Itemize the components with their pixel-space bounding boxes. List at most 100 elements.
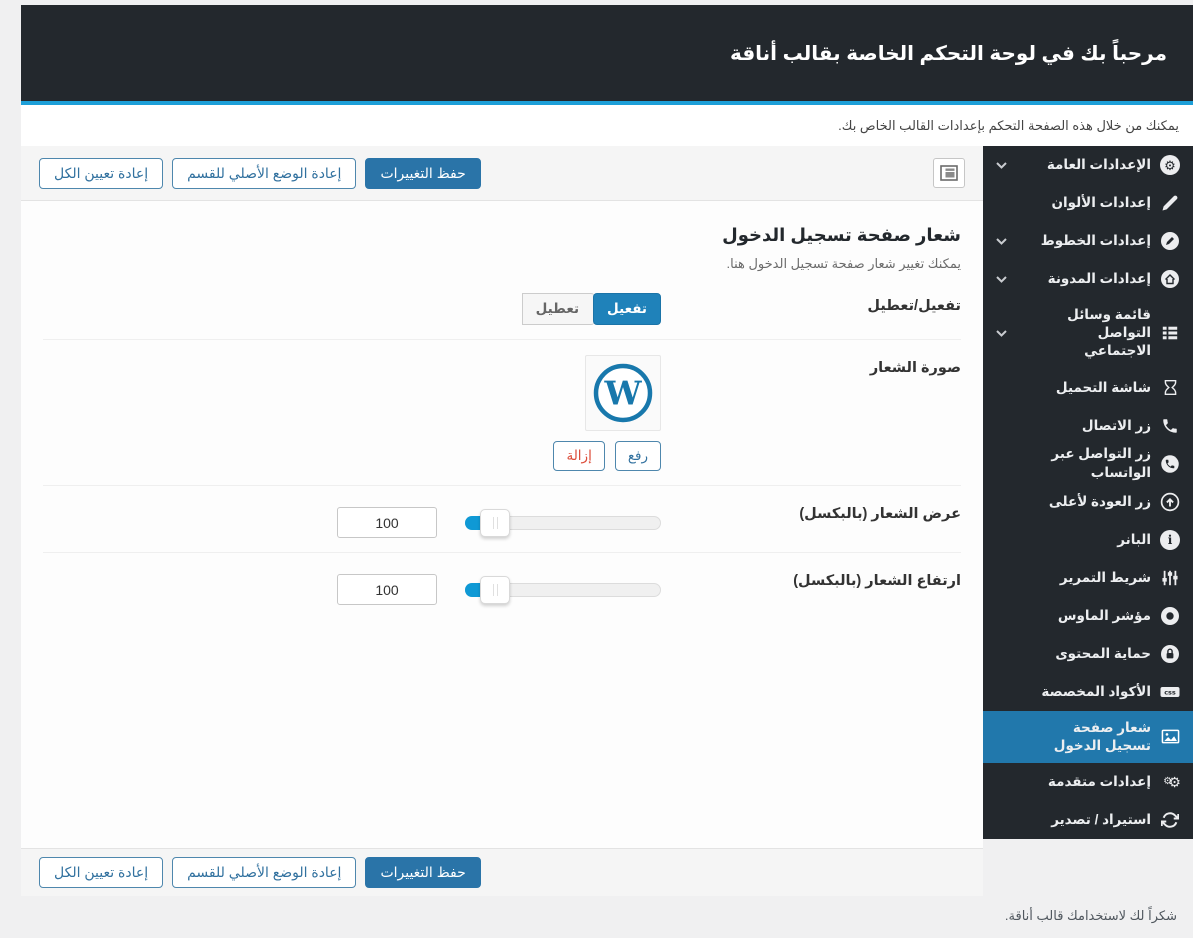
logo-width-slider-handle[interactable] (480, 509, 510, 537)
sidebar-item-content-protection[interactable]: حماية المحتوى (983, 635, 1193, 673)
admin-panel: مرحباً بك في لوحة التحكم الخاصة بقالب أن… (21, 5, 1193, 896)
sidebar-item-label: استيراد / تصدير (1051, 811, 1151, 829)
lock-circle-icon (1160, 644, 1180, 664)
save-button[interactable]: حفظ التغييرات (365, 158, 480, 189)
sidebar-item-slider-bar[interactable]: شريط التمرير (983, 559, 1193, 597)
sidebar-item-social-media[interactable]: قائمة وسائل التواصل الاجتماعي (983, 298, 1193, 369)
logo-height-row: ارتفاع الشعار (بالبكسل) (43, 553, 961, 619)
sidebar-item-general-settings[interactable]: ⚙ الإعدادات العامة (983, 146, 1193, 184)
sidebar-item-label: إعدادات المدونة (1048, 270, 1151, 288)
wordpress-logo: W (593, 363, 653, 423)
sidebar-item-call-button[interactable]: زر الاتصال (983, 407, 1193, 445)
chevron-down-icon (996, 330, 1007, 337)
sidebar-item-label: الإعدادات العامة (1047, 156, 1151, 174)
sidebar-item-import-export[interactable]: استيراد / تصدير (983, 801, 1193, 839)
sidebar-item-loading-screen[interactable]: شاشة التحميل (983, 369, 1193, 407)
sidebar-item-font-settings[interactable]: إعدادات الخطوط (983, 222, 1193, 260)
logo-image-row: صورة الشعار W رفع إزالة (43, 340, 961, 486)
section-title: شعار صفحة تسجيل الدخول (43, 225, 961, 246)
phone-icon (1160, 416, 1180, 436)
chevron-down-icon (996, 238, 1007, 245)
mouse-pointer-icon (1160, 606, 1180, 626)
sidebar-item-label: مؤشر الماوس (1058, 607, 1151, 625)
logo-preview: W (585, 355, 661, 431)
logo-height-slider-handle[interactable] (480, 576, 510, 604)
panel-layout-icon (940, 165, 958, 181)
remove-button[interactable]: إزالة (553, 441, 604, 471)
chevron-down-icon (996, 276, 1007, 283)
page-title: مرحباً بك في لوحة التحكم الخاصة بقالب أن… (730, 41, 1167, 66)
reset-section-button[interactable]: إعادة الوضع الأصلي للقسم (172, 158, 356, 189)
css-badge-icon: css (1160, 682, 1180, 702)
sidebar-item-login-page-logo[interactable]: شعار صفحة تسجيل الدخول (983, 711, 1193, 763)
sidebar-item-label: زر العودة لأعلى (1049, 493, 1151, 511)
sidebar-item-custom-codes[interactable]: css الأكواد المخصصة (983, 673, 1193, 711)
upload-button[interactable]: رفع (615, 441, 661, 471)
logo-height-slider[interactable] (465, 583, 661, 597)
sidebar-item-label: قائمة وسائل التواصل الاجتماعي (1031, 306, 1151, 361)
section-panel: شعار صفحة تسجيل الدخول يمكنك تغيير شعار … (21, 201, 983, 848)
logo-height-input[interactable] (337, 574, 437, 605)
svg-text:W: W (603, 374, 642, 413)
toggle-row: تفعيل/تعطيل تفعيل تعطيل (43, 278, 961, 340)
sliders-icon (1160, 568, 1180, 588)
enable-disable-toggle: تفعيل تعطيل (522, 293, 661, 325)
sidebar-item-label: شريط التمرير (1060, 569, 1151, 587)
logo-width-label: عرض الشعار (بالبكسل) (661, 501, 961, 522)
reset-all-button-bottom[interactable]: إعادة تعيين الكل (39, 857, 163, 888)
reset-section-button-bottom[interactable]: إعادة الوضع الأصلي للقسم (172, 857, 356, 888)
sidebar-item-label: زر التواصل عبر الواتساب (996, 445, 1151, 481)
info-circle-icon: i (1160, 530, 1180, 550)
sidebar-item-mouse-cursor[interactable]: مؤشر الماوس (983, 597, 1193, 635)
sidebar-item-blog-settings[interactable]: إعدادات المدونة (983, 260, 1193, 298)
reset-all-button[interactable]: إعادة تعيين الكل (39, 158, 163, 189)
bottom-toolbar: حفظ التغييرات إعادة الوضع الأصلي للقسم إ… (21, 848, 983, 896)
sidebar-menu: ⚙ الإعدادات العامة إعدادات الألوان (983, 146, 1193, 839)
gear-circle-icon: ⚙ (1160, 155, 1180, 175)
logo-width-slider[interactable] (465, 516, 661, 530)
sidebar-item-banner[interactable]: i البانر (983, 521, 1193, 559)
whatsapp-icon (1160, 454, 1180, 474)
import-export-icon (1160, 810, 1180, 830)
arrow-up-circle-icon (1160, 492, 1180, 512)
sidebar-item-label: حماية المحتوى (1055, 645, 1151, 663)
sidebar: ⚙ الإعدادات العامة إعدادات الألوان (983, 146, 1193, 896)
pencil-circle-icon (1160, 231, 1180, 251)
page-header: مرحباً بك في لوحة التحكم الخاصة بقالب أن… (21, 5, 1193, 105)
top-toolbar: حفظ التغييرات إعادة الوضع الأصلي للقسم إ… (21, 146, 983, 201)
svg-text:css: css (1164, 688, 1176, 696)
gears-icon: ⚙⚙ (1160, 772, 1180, 792)
toggle-label: تفعيل/تعطيل (661, 293, 961, 314)
section-description: يمكنك تغيير شعار صفحة تسجيل الدخول هنا. (43, 256, 961, 272)
sidebar-item-label: شعار صفحة تسجيل الدخول (1031, 719, 1151, 755)
sidebar-item-advanced-settings[interactable]: ⚙⚙ إعدادات متقدمة (983, 763, 1193, 801)
disable-button[interactable]: تعطيل (522, 293, 595, 325)
sidebar-item-whatsapp-button[interactable]: زر التواصل عبر الواتساب (983, 445, 1193, 483)
image-icon (1160, 727, 1180, 747)
save-button-bottom[interactable]: حفظ التغييرات (365, 857, 480, 888)
list-icon (1160, 323, 1180, 343)
logo-height-label: ارتفاع الشعار (بالبكسل) (661, 568, 961, 589)
content-area: حفظ التغييرات إعادة الوضع الأصلي للقسم إ… (21, 146, 983, 896)
footer-thanks-text: شكراً لك لاستخدامك قالب أناقة. (0, 896, 1193, 924)
chevron-down-icon (996, 162, 1007, 169)
logo-width-row: عرض الشعار (بالبكسل) (43, 486, 961, 553)
home-circle-icon (1160, 269, 1180, 289)
sidebar-item-label: زر الاتصال (1082, 417, 1151, 435)
brush-icon (1160, 193, 1180, 213)
logo-image-label: صورة الشعار (661, 355, 961, 376)
hourglass-icon (1160, 378, 1180, 398)
sidebar-item-label: شاشة التحميل (1056, 379, 1151, 397)
subtitle-strip: يمكنك من خلال هذه الصفحة التحكم بإعدادات… (21, 105, 1193, 146)
sidebar-item-label: إعدادات متقدمة (1048, 773, 1151, 791)
enable-button[interactable]: تفعيل (593, 293, 661, 325)
sidebar-item-color-settings[interactable]: إعدادات الألوان (983, 184, 1193, 222)
sidebar-item-label: إعدادات الألوان (1051, 194, 1151, 212)
panel-toggle-button[interactable] (933, 158, 965, 188)
sidebar-item-label: البانر (1117, 531, 1151, 549)
sidebar-item-label: إعدادات الخطوط (1041, 232, 1151, 250)
subtitle-text: يمكنك من خلال هذه الصفحة التحكم بإعدادات… (838, 118, 1179, 134)
logo-width-input[interactable] (337, 507, 437, 538)
sidebar-item-label: الأكواد المخصصة (1041, 683, 1151, 701)
sidebar-item-back-to-top[interactable]: زر العودة لأعلى (983, 483, 1193, 521)
